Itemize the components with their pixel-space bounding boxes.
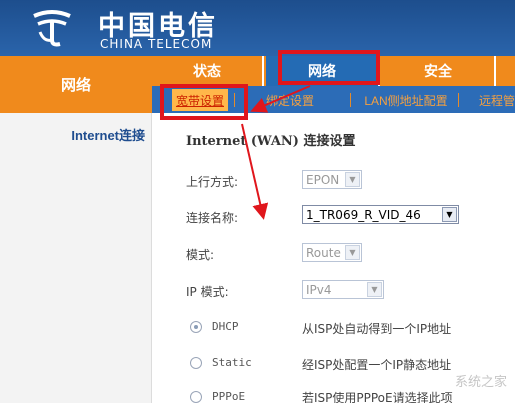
connection-name-value: 1_TR069_R_VID_46 — [306, 207, 421, 222]
mode-label: 模式: — [186, 248, 215, 262]
radio-dhcp-label: DHCP — [212, 320, 239, 333]
radio-dhcp-row[interactable]: DHCP — [190, 319, 239, 335]
connection-name-select[interactable]: 1_TR069_R_VID_46 ▼ — [302, 205, 459, 224]
subtab-lan-address[interactable]: LAN侧地址配置 — [356, 90, 456, 110]
page-title: Internet (WAN) 连接设置 — [186, 134, 356, 149]
highlight-network-tab — [278, 50, 380, 85]
chevron-down-icon: ▼ — [345, 172, 360, 187]
highlight-broadband-subtab — [160, 84, 248, 120]
uplink-select[interactable]: EPON ▼ — [302, 170, 362, 189]
radio-pppoe-row[interactable]: PPPoE — [190, 389, 245, 403]
watermark: 系统之家 — [454, 373, 507, 389]
sidebar: Internet连接 — [0, 113, 152, 403]
chevron-down-icon: ▼ — [345, 245, 360, 260]
mode-value: Route — [306, 245, 341, 260]
radio-pppoe[interactable] — [190, 391, 202, 403]
radio-static[interactable] — [190, 357, 202, 369]
tab-status[interactable]: 状态 — [152, 56, 264, 86]
subtab-remote-management[interactable]: 远程管 — [464, 90, 515, 110]
uplink-label: 上行方式: — [186, 175, 239, 189]
brand-name-en: CHINA TELECOM — [100, 37, 213, 51]
uplink-value: EPON — [306, 172, 340, 187]
mode-select[interactable]: Route ▼ — [302, 243, 362, 262]
radio-dhcp[interactable] — [190, 321, 202, 333]
ip-mode-value: IPv4 — [306, 282, 332, 297]
chevron-down-icon: ▼ — [442, 207, 457, 222]
radio-dhcp-desc: 从ISP处自动得到一个IP地址 — [302, 322, 452, 336]
radio-static-label: Static — [212, 356, 252, 369]
radio-static-row[interactable]: Static — [190, 355, 252, 371]
section-title: 网络 — [0, 56, 152, 113]
china-telecom-logo-icon — [33, 10, 71, 47]
subtab-binding-settings[interactable]: 绑定设置 — [240, 90, 340, 110]
chevron-down-icon: ▼ — [367, 282, 382, 297]
header-banner: 中国电信 CHINA TELECOM — [0, 0, 515, 56]
connection-name-label: 连接名称: — [186, 211, 239, 225]
sidebar-item-internet-connection[interactable]: Internet连接 — [71, 125, 145, 144]
ip-mode-label: IP 模式: — [186, 285, 229, 299]
radio-pppoe-label: PPPoE — [212, 390, 246, 403]
main-content: Internet (WAN) 连接设置 上行方式: EPON ▼ 连接名称: 1… — [152, 113, 515, 403]
ip-mode-select[interactable]: IPv4 ▼ — [302, 280, 384, 299]
tab-security[interactable]: 安全 — [382, 56, 496, 86]
